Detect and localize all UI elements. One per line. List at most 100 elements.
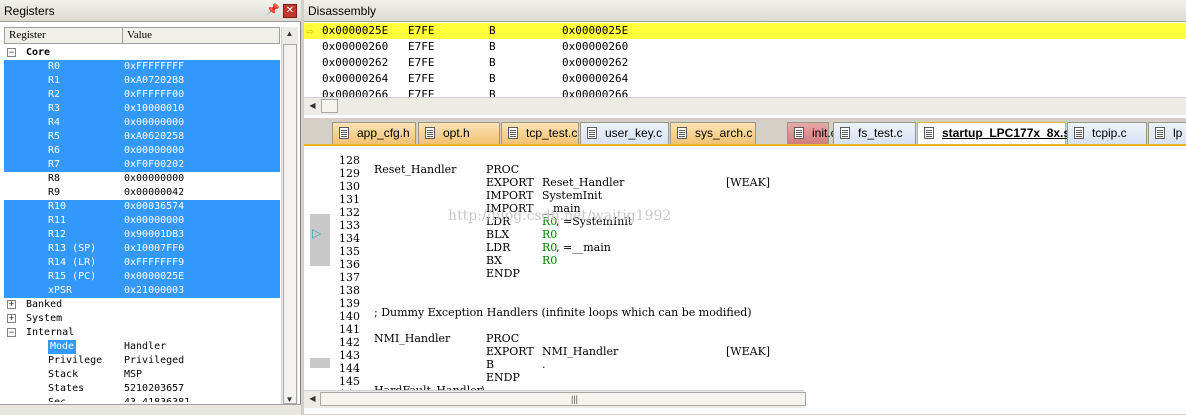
disassembly-row[interactable]: ⇨ 0x0000025E E7FE B 0x0000025E bbox=[304, 23, 1186, 39]
register-value[interactable]: 0x00000000 bbox=[124, 116, 184, 130]
register-name: R13 (SP) bbox=[48, 243, 97, 254]
register-group-internal[interactable]: Internal bbox=[26, 326, 74, 340]
register-row[interactable]: R6 0x00000000 bbox=[4, 144, 280, 158]
close-icon[interactable]: ✕ bbox=[283, 4, 297, 18]
register-row[interactable]: R10 0x00036574 bbox=[4, 200, 280, 214]
scroll-up-icon[interactable]: ▲ bbox=[282, 29, 297, 38]
tab-startup-lpc177x-8x-s[interactable]: startup_LPC177x_8x.s bbox=[917, 122, 1070, 144]
register-row[interactable]: R9 0x00000042 bbox=[4, 186, 280, 200]
register-row[interactable]: States 5210203657 bbox=[4, 382, 280, 396]
disassembly-row[interactable]: 0x00000266 E7FE B 0x00000266 bbox=[304, 87, 1186, 97]
column-header-register[interactable]: Register bbox=[9, 28, 46, 43]
tab-label: tcp_test.c bbox=[526, 126, 578, 140]
register-row[interactable]: xPSR 0x21000003 bbox=[4, 284, 280, 298]
register-row[interactable]: R3 0x10000010 bbox=[4, 102, 280, 116]
file-icon bbox=[840, 127, 850, 139]
scroll-down-icon[interactable]: ▼ bbox=[282, 395, 297, 404]
register-value[interactable]: 0x00000042 bbox=[124, 186, 184, 200]
tab-tcpip-c[interactable]: tcpip.c bbox=[1067, 122, 1147, 144]
disassembly-row[interactable]: 0x00000262 E7FE B 0x00000262 bbox=[304, 55, 1186, 71]
register-value[interactable]: 0x00000000 bbox=[124, 172, 184, 186]
editor-scroll-thumb[interactable]: ||| bbox=[320, 392, 806, 406]
register-value[interactable]: 0x00000000 bbox=[124, 144, 184, 158]
register-row[interactable]: R5 0xA0620258 bbox=[4, 130, 280, 144]
column-divider[interactable] bbox=[122, 28, 123, 43]
register-row[interactable]: R15 (PC) 0x0000025E bbox=[4, 270, 280, 284]
editor-horizontal-scrollbar[interactable]: ◀ ||| bbox=[304, 390, 806, 408]
register-name: Sec bbox=[48, 396, 66, 402]
scroll-left-icon[interactable]: ◀ bbox=[305, 101, 320, 110]
disassembly-row[interactable]: 0x00000260 E7FE B 0x00000260 bbox=[304, 39, 1186, 55]
tab-lp[interactable]: lp bbox=[1148, 122, 1186, 144]
register-name: R3 bbox=[48, 103, 61, 114]
tab-opt-h[interactable]: opt.h bbox=[418, 122, 500, 144]
register-value[interactable]: 0xFFFFFFFF bbox=[124, 60, 184, 74]
register-value[interactable]: 0xFFFFFFF9 bbox=[124, 256, 184, 270]
code-instruction: BX bbox=[486, 254, 502, 267]
register-value[interactable]: 0x21000003 bbox=[124, 284, 184, 298]
line-number: 136 bbox=[339, 258, 360, 271]
disassembly-horizontal-scrollbar[interactable]: ◀ bbox=[304, 97, 1186, 115]
tab-sys-arch-c[interactable]: sys_arch.c bbox=[670, 122, 756, 144]
source-editor[interactable]: ▷ 128 129 130 131 132 133 134 135 136 137 138 139 14… bbox=[304, 146, 1186, 414]
register-value[interactable]: 5210203657 bbox=[124, 382, 184, 396]
breakpoint-margin-marker bbox=[310, 358, 330, 368]
registers-scroll-thumb[interactable] bbox=[283, 44, 297, 404]
line-number: 134 bbox=[339, 232, 360, 245]
register-group-system[interactable]: System bbox=[26, 312, 62, 326]
register-value[interactable]: 0x10007FF0 bbox=[124, 242, 184, 256]
pin-icon[interactable]: 📌 bbox=[266, 4, 280, 16]
code-instruction: EXPORT bbox=[486, 345, 534, 358]
register-row[interactable]: R13 (SP) 0x10007FF0 bbox=[4, 242, 280, 256]
register-value[interactable]: 0xFFFFFF00 bbox=[124, 88, 184, 102]
register-value[interactable]: 0xA0620258 bbox=[124, 130, 184, 144]
editor-gutter[interactable]: ▷ bbox=[304, 146, 330, 414]
code-attribute: [WEAK] bbox=[726, 176, 771, 189]
registers-vertical-scrollbar[interactable]: ▲ ▼ bbox=[281, 27, 298, 409]
register-value[interactable]: 0x90001DB3 bbox=[124, 228, 184, 242]
register-row[interactable]: R0 0xFFFFFFFF bbox=[4, 60, 280, 74]
tree-expander-icon[interactable]: + bbox=[7, 314, 16, 323]
tab-init-c[interactable]: init.c bbox=[787, 122, 837, 144]
register-row[interactable]: Privilege Privileged bbox=[4, 354, 280, 368]
register-value[interactable]: 0x0000025E bbox=[124, 270, 184, 284]
register-value[interactable]: 0xF0F00202 bbox=[124, 158, 184, 172]
register-row[interactable]: R7 0xF0F00202 bbox=[4, 158, 280, 172]
register-row[interactable]: R11 0x00000000 bbox=[4, 214, 280, 228]
tree-expander-icon[interactable]: − bbox=[7, 328, 16, 337]
disassembly-listing[interactable]: ⇨ 0x0000025E E7FE B 0x0000025E 0x00000260 E7FE… bbox=[304, 23, 1186, 97]
register-row[interactable]: R14 (LR) 0xFFFFFFF9 bbox=[4, 256, 280, 270]
disassembly-row[interactable]: 0x00000264 E7FE B 0x00000264 bbox=[304, 71, 1186, 87]
tree-expander-icon[interactable]: + bbox=[7, 300, 16, 309]
register-value[interactable]: Privileged bbox=[124, 354, 184, 368]
tab-user-key-c[interactable]: user_key.c bbox=[580, 122, 669, 144]
tab-tcp-test-c[interactable]: tcp_test.c bbox=[501, 122, 579, 144]
instruction-mnemonic: B bbox=[489, 56, 496, 69]
register-group-core[interactable]: Core bbox=[26, 46, 50, 60]
tab-app-cfg-h[interactable]: app_cfg.h bbox=[332, 122, 416, 144]
instruction-mnemonic: B bbox=[489, 72, 496, 85]
column-header-value[interactable]: Value bbox=[127, 28, 152, 43]
scroll-left-icon[interactable]: ◀ bbox=[305, 394, 320, 403]
register-row[interactable]: R12 0x90001DB3 bbox=[4, 228, 280, 242]
register-value[interactable]: MSP bbox=[124, 368, 142, 382]
register-value[interactable]: 0x00000000 bbox=[124, 214, 184, 228]
disassembly-scroll-thumb[interactable] bbox=[321, 99, 338, 113]
register-row[interactable]: Stack MSP bbox=[4, 368, 280, 382]
register-value[interactable]: 0x10000010 bbox=[124, 102, 184, 116]
register-group-banked[interactable]: Banked bbox=[26, 298, 62, 312]
register-row[interactable]: R4 0x00000000 bbox=[4, 116, 280, 130]
tab-fs-test-c[interactable]: fs_test.c bbox=[833, 122, 916, 144]
register-row[interactable]: Mode Handler bbox=[4, 340, 280, 354]
register-value[interactable]: 0x00036574 bbox=[124, 200, 184, 214]
register-row[interactable]: R1 0xA07202B8 bbox=[4, 74, 280, 88]
register-row[interactable]: R2 0xFFFFFF00 bbox=[4, 88, 280, 102]
code-instruction: EXPORT bbox=[486, 176, 534, 189]
register-value[interactable]: 0xA07202B8 bbox=[124, 74, 184, 88]
register-value[interactable]: Handler bbox=[124, 340, 166, 354]
execution-pointer-icon: ▷ bbox=[312, 226, 322, 240]
register-row[interactable]: R8 0x00000000 bbox=[4, 172, 280, 186]
tree-expander-icon[interactable]: − bbox=[7, 48, 16, 57]
register-row[interactable]: Sec 43.41836381 bbox=[4, 396, 280, 402]
register-value[interactable]: 43.41836381 bbox=[124, 396, 190, 402]
